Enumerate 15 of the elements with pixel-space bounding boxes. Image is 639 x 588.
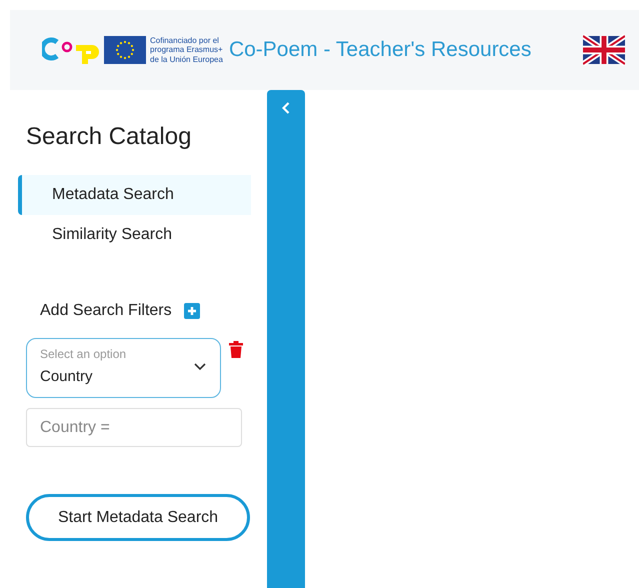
filter-value-field[interactable]: Country =: [26, 408, 242, 447]
search-mode-item[interactable]: Metadata Search: [18, 175, 251, 215]
filter-select[interactable]: Select an option Country: [26, 338, 221, 398]
search-mode-item[interactable]: Similarity Search: [18, 215, 251, 255]
sidebar-title: Search Catalog: [26, 123, 192, 151]
site-title: Co-Poem - Teacher's Resources: [228, 38, 532, 62]
eu-flag-icon: [104, 36, 146, 64]
uk-flag-icon[interactable]: [583, 34, 625, 66]
caret-icon: [194, 363, 206, 371]
cofinancing-note: Cofinanciado por el programa Erasmus+ de la Unión Europea: [150, 36, 223, 64]
trash-icon[interactable]: [229, 341, 243, 358]
add-filters-label: Add Search Filters: [40, 302, 172, 320]
add-icon[interactable]: [184, 303, 200, 319]
start-search-button[interactable]: Start Metadata Search: [26, 494, 250, 541]
chevron-left-icon[interactable]: [282, 102, 290, 114]
